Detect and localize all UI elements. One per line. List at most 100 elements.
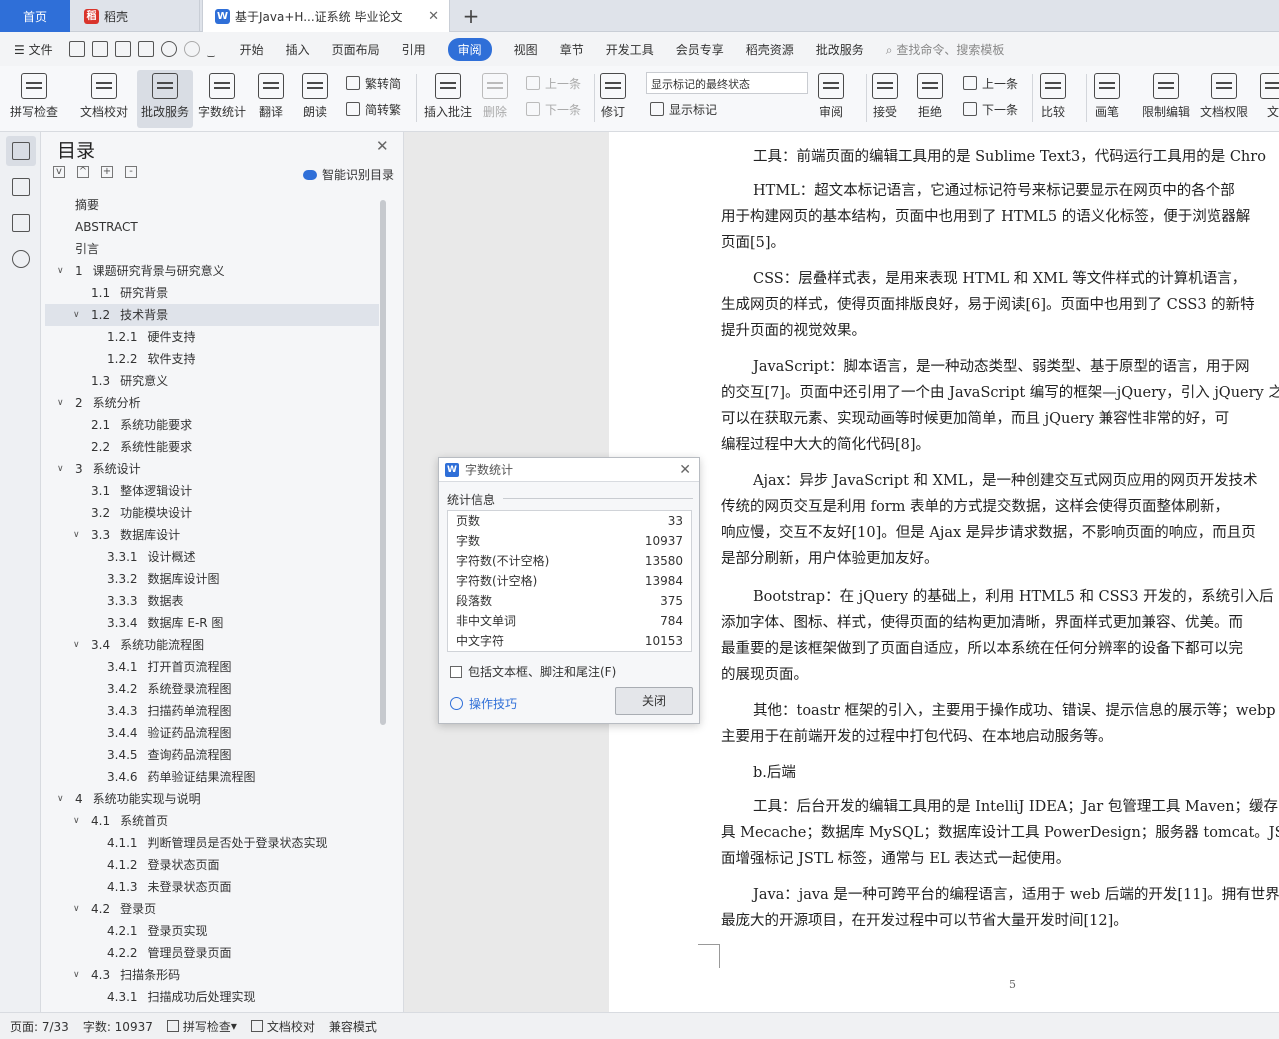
chevron-down-icon[interactable]: ∨ <box>73 524 80 546</box>
chevron-down-icon[interactable]: ∨ <box>57 788 64 810</box>
add-level-icon[interactable]: + <box>101 166 113 178</box>
chevron-down-icon[interactable]: ∨ <box>73 304 80 326</box>
menu-member[interactable]: 会员专享 <box>676 41 724 58</box>
toc-item[interactable]: 1.2.1 硬件支持 <box>45 326 379 348</box>
insert-comment-button[interactable]: 插入批注 <box>424 70 472 128</box>
show-markup-button[interactable]: 显示标记 <box>650 98 717 120</box>
close-icon[interactable]: ✕ <box>679 462 691 478</box>
preview-icon[interactable] <box>137 41 154 57</box>
toc-item[interactable]: 3.3.2 数据库设计图 <box>45 568 379 590</box>
compare-button[interactable]: 比较 <box>1040 70 1066 128</box>
chevron-down-icon[interactable]: ∨ <box>73 964 80 986</box>
toc-item[interactable]: 4.2.1 登录页实现 <box>45 920 379 942</box>
remove-level-icon[interactable]: - <box>125 166 137 178</box>
add-tab-button[interactable]: + <box>456 0 486 32</box>
toc-item[interactable]: 3.4.6 药单验证结果流程图 <box>45 766 379 788</box>
print-icon[interactable] <box>114 41 131 57</box>
toc-item[interactable]: 3.1 整体逻辑设计 <box>45 480 379 502</box>
toc-item[interactable]: ∨ 4 系统功能实现与说明 <box>45 788 379 810</box>
more-ribbon-button[interactable]: 文 <box>1260 70 1279 128</box>
simp-to-trad-button[interactable]: 简转繁 <box>346 98 401 120</box>
toc-item[interactable]: 3.3.1 设计概述 <box>45 546 379 568</box>
spell-check-toggle[interactable]: 拼写检查 ▾ <box>166 1018 237 1035</box>
restrict-editing-button[interactable]: 限制编辑 <box>1142 70 1190 128</box>
spell-check-button[interactable]: 拼写检查 <box>10 70 58 128</box>
chevron-down-icon[interactable]: ∨ <box>57 260 64 282</box>
read-aloud-button[interactable]: 朗读 <box>302 70 328 128</box>
toc-item[interactable]: 3.3.4 数据库 E-R 图 <box>45 612 379 634</box>
menu-review[interactable]: 审阅 <box>447 37 492 61</box>
prev-change-button[interactable]: 上一条 <box>963 72 1018 94</box>
smart-toc-button[interactable]: 智能识别目录 <box>303 166 394 183</box>
undo-icon[interactable] <box>160 41 177 57</box>
chevron-down-icon[interactable]: ∨ <box>57 392 64 414</box>
menu-review-service[interactable]: 批改服务 <box>816 41 864 58</box>
toc-item[interactable]: 摘要 <box>45 194 379 216</box>
toc-item[interactable]: 1.3 研究意义 <box>45 370 379 392</box>
trad-to-simp-button[interactable]: 繁转简 <box>346 72 401 94</box>
toc-item[interactable]: 3.4.3 扫描药单流程图 <box>45 700 379 722</box>
prev-comment-button[interactable]: 上一条 <box>526 72 581 94</box>
toc-item[interactable]: 3.3.3 数据表 <box>45 590 379 612</box>
review-pane-button[interactable]: 审阅 <box>818 70 844 128</box>
toc-item[interactable]: 3.2 功能模块设计 <box>45 502 379 524</box>
toc-item[interactable]: ∨ 1 课题研究背景与研究意义 <box>45 260 379 282</box>
chevron-down-icon[interactable]: ∨ <box>73 898 80 920</box>
markup-mode-select[interactable]: 显示标记的最终状态 <box>646 72 808 94</box>
delete-comment-button[interactable]: 删除 <box>482 70 508 128</box>
toc-item[interactable]: 2.2 系统性能要求 <box>45 436 379 458</box>
chevron-down-icon[interactable] <box>206 41 215 57</box>
doc-check-toggle[interactable]: 文档校对 <box>250 1018 315 1035</box>
next-comment-button[interactable]: 下一条 <box>526 98 581 120</box>
menu-docer-resources[interactable]: 稻壳资源 <box>746 41 794 58</box>
toc-item[interactable]: 引言 <box>45 238 379 260</box>
menu-layout[interactable]: 页面布局 <box>332 41 380 58</box>
menu-chapter[interactable]: 章节 <box>560 41 584 58</box>
accept-button[interactable]: 接受 <box>872 70 898 128</box>
toc-icon[interactable] <box>12 142 30 160</box>
menu-start[interactable]: 开始 <box>240 41 264 58</box>
document-rights-button[interactable]: 文档权限 <box>1200 70 1248 128</box>
document-page[interactable]: 工具：前端页面的编辑工具用的是 Sublime Text3，代码运行工具用的是 … <box>609 132 1279 1012</box>
reject-button[interactable]: 拒绝 <box>917 70 943 128</box>
toc-item[interactable]: 4.1.3 未登录状态页面 <box>45 876 379 898</box>
review-service-button[interactable]: 批改服务 <box>137 70 193 128</box>
toc-item[interactable]: 3.4.2 系统登录流程图 <box>45 678 379 700</box>
toc-item[interactable]: 3.4.5 查询药品流程图 <box>45 744 379 766</box>
doc-check-button[interactable]: 文档校对 <box>80 70 128 128</box>
toc-item[interactable]: ∨ 3 系统设计 <box>45 458 379 480</box>
chapter-icon[interactable] <box>12 178 30 196</box>
toc-item[interactable]: ∨ 3.4 系统功能流程图 <box>45 634 379 656</box>
pen-button[interactable]: 画笔 <box>1094 70 1120 128</box>
menu-dev-tools[interactable]: 开发工具 <box>606 41 654 58</box>
menu-reference[interactable]: 引用 <box>402 41 426 58</box>
close-icon[interactable]: ✕ <box>428 9 439 24</box>
page-indicator[interactable]: 页面: 7/33 <box>10 1018 69 1035</box>
chevron-down-icon[interactable]: ∨ <box>57 458 64 480</box>
tab-home[interactable]: 首页 <box>0 0 70 32</box>
tab-document[interactable]: W 基于Java+H...证系统 毕业论文 ✕ <box>202 0 450 32</box>
export-pdf-icon[interactable] <box>91 41 108 57</box>
toc-item[interactable]: ∨ 3.3 数据库设计 <box>45 524 379 546</box>
menu-view[interactable]: 视图 <box>514 41 538 58</box>
toc-item[interactable]: ∨ 4.1 系统首页 <box>45 810 379 832</box>
track-changes-button[interactable]: 修订 <box>600 70 626 128</box>
toc-item[interactable]: 3.4.4 验证药品流程图 <box>45 722 379 744</box>
toc-item[interactable]: ∨ 1.2 技术背景 <box>45 304 379 326</box>
toc-item[interactable]: 4.1.2 登录状态页面 <box>45 854 379 876</box>
redo-icon[interactable] <box>183 41 200 57</box>
toc-item[interactable]: ∨ 2 系统分析 <box>45 392 379 414</box>
file-menu[interactable]: ☰ 文件 <box>14 41 53 58</box>
search-icon[interactable] <box>12 250 30 268</box>
toc-item[interactable]: 1.2.2 软件支持 <box>45 348 379 370</box>
toc-item[interactable]: ∨ 4.3 扫描条形码 <box>45 964 379 986</box>
bookmark-icon[interactable] <box>12 214 30 232</box>
chevron-down-icon[interactable]: ∨ <box>73 634 80 656</box>
command-search[interactable]: ⌕ 查找命令、搜索模板 <box>886 41 1005 58</box>
word-count-indicator[interactable]: 字数: 10937 <box>83 1018 153 1035</box>
toc-item[interactable]: 4.2.2 管理员登录页面 <box>45 942 379 964</box>
toc-item[interactable]: ∨ 4.2 登录页 <box>45 898 379 920</box>
chevron-down-icon[interactable]: ∨ <box>73 810 80 832</box>
toc-item[interactable]: 2.1 系统功能要求 <box>45 414 379 436</box>
toc-item[interactable]: ABSTRACT <box>45 216 379 238</box>
